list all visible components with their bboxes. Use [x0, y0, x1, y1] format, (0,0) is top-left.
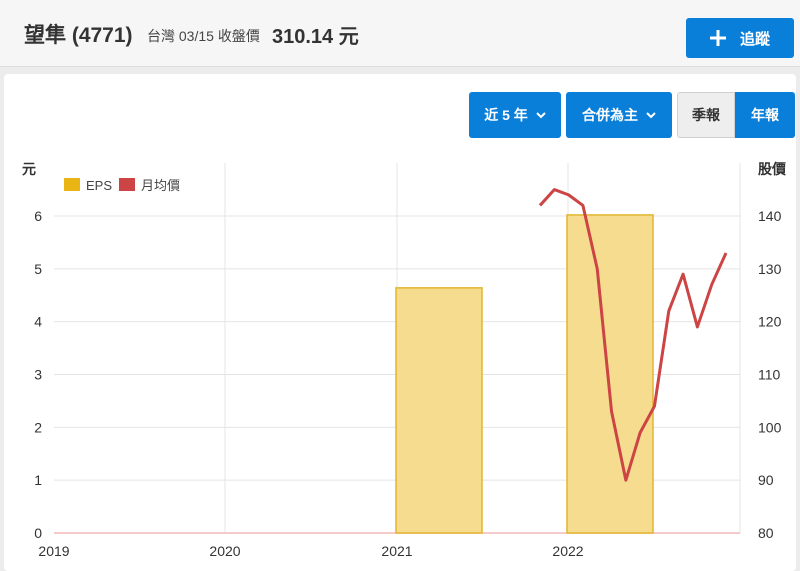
eps-bars [395, 214, 654, 534]
x-tick-label: 2022 [552, 543, 583, 559]
x-tick-label: 2019 [38, 543, 69, 559]
left-tick-label: 2 [34, 419, 42, 435]
right-tick-label: 100 [758, 419, 782, 435]
legend-label-price: 月均價 [141, 179, 180, 194]
right-tick-label: 120 [758, 314, 782, 330]
legend-swatch-eps [64, 178, 80, 191]
right-axis-title: 股價 [758, 161, 787, 178]
left-tick-label: 1 [34, 472, 42, 488]
left-tick-label: 5 [34, 261, 42, 277]
legend-label-eps: EPS [86, 178, 112, 193]
left-tick-label: 6 [34, 208, 42, 224]
left-tick-label: 4 [34, 314, 42, 330]
legend: EPS 月均價 [64, 178, 180, 194]
right-tick-label: 130 [758, 261, 782, 277]
right-tick-label: 90 [758, 472, 774, 488]
x-tick-label: 2021 [381, 543, 412, 559]
x-tick-label: 2020 [209, 543, 240, 559]
right-tick-label: 80 [758, 525, 774, 541]
eps-bar [566, 214, 654, 534]
left-axis-title: 元 [22, 162, 36, 178]
eps-price-chart: 0 1 2 3 4 5 6 80 90 100 110 120 130 140 2019 2020 2021 20… [22, 161, 787, 559]
right-tick-label: 140 [758, 208, 782, 224]
eps-bar [395, 287, 483, 534]
left-tick-label: 0 [34, 525, 42, 541]
left-tick-label: 3 [34, 367, 42, 383]
legend-swatch-price [119, 178, 135, 191]
right-tick-label: 110 [758, 367, 781, 383]
